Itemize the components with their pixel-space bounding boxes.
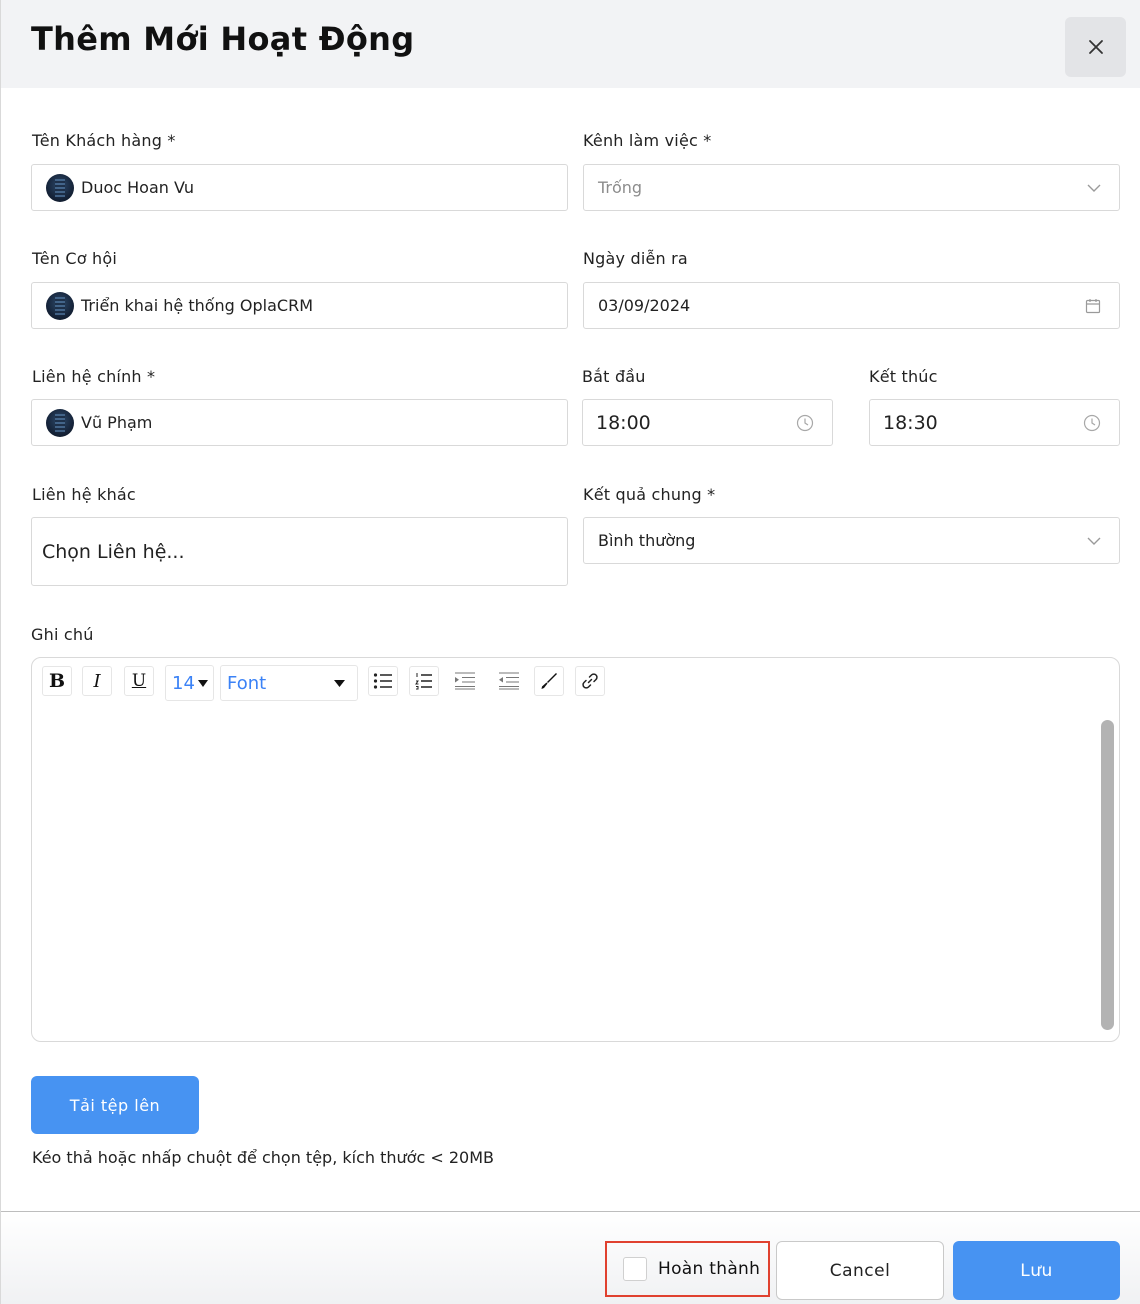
bullet-list-button[interactable] — [368, 666, 398, 696]
caret-down-icon — [334, 679, 345, 687]
editor-scrollbar-thumb[interactable] — [1101, 720, 1114, 1030]
outdent-button[interactable] — [494, 666, 524, 696]
italic-icon: I — [93, 670, 101, 692]
avatar — [46, 408, 74, 437]
channel-label: Kênh làm việc * — [583, 131, 712, 150]
customer-label: Tên Khách hàng * — [32, 131, 176, 150]
avatar — [46, 173, 74, 202]
underline-icon: U — [131, 671, 147, 691]
done-toggle[interactable]: Hoàn thành — [605, 1241, 770, 1297]
result-label: Kết quả chung * — [583, 485, 716, 504]
result-value: Bình thường — [598, 531, 696, 550]
chevron-down-icon — [1087, 184, 1101, 192]
avatar — [46, 291, 74, 320]
other-contact-select[interactable]: Chọn Liên hệ... — [31, 517, 568, 586]
calendar-icon — [1085, 298, 1101, 313]
other-contact-label: Liên hệ khác — [32, 485, 136, 504]
opportunity-label: Tên Cơ hội — [32, 249, 118, 268]
end-label: Kết thúc — [869, 367, 938, 386]
dialog-header: Thêm Mới Hoạt Động — [1, 0, 1140, 88]
note-label: Ghi chú — [31, 625, 94, 644]
color-picker-button[interactable] — [534, 666, 564, 696]
font-size-value: 14 — [172, 672, 195, 694]
end-time-value: 18:30 — [883, 411, 938, 434]
indent-icon — [455, 672, 475, 690]
start-label: Bắt đầu — [582, 367, 646, 386]
dialog-title: Thêm Mới Hoạt Động — [31, 20, 415, 58]
caret-down-icon — [197, 679, 208, 687]
date-picker[interactable]: 03/09/2024 — [583, 282, 1120, 329]
link-icon — [582, 673, 598, 689]
font-family-select[interactable]: Font — [220, 665, 358, 701]
note-editor: B I U 14 Font — [31, 657, 1120, 1042]
bullet-list-icon — [373, 673, 392, 689]
upload-button[interactable]: Tải tệp lên — [31, 1076, 199, 1134]
main-contact-field[interactable]: Vũ Phạm — [31, 399, 568, 446]
save-button[interactable]: Lưu — [953, 1241, 1120, 1300]
italic-button[interactable]: I — [82, 666, 112, 696]
upload-hint: Kéo thả hoặc nhấp chuột để chọn tệp, kíc… — [32, 1148, 494, 1167]
start-time-value: 18:00 — [596, 411, 651, 434]
numbered-list-icon — [415, 673, 432, 690]
start-time-picker[interactable]: 18:00 — [582, 399, 833, 446]
close-icon — [1088, 40, 1103, 54]
clock-icon — [796, 414, 814, 431]
channel-select[interactable]: Trống — [583, 164, 1120, 211]
underline-button[interactable]: U — [124, 666, 154, 696]
clock-icon — [1083, 414, 1101, 431]
main-contact-label: Liên hệ chính * — [32, 367, 156, 386]
customer-value: Duoc Hoan Vu — [81, 178, 194, 197]
bold-button[interactable]: B — [42, 666, 72, 696]
done-label: Hoàn thành — [658, 1259, 761, 1279]
chevron-down-icon — [1087, 537, 1101, 545]
font-size-select[interactable]: 14 — [165, 665, 214, 701]
customer-field[interactable]: Duoc Hoan Vu — [31, 164, 568, 211]
date-label: Ngày diễn ra — [583, 249, 688, 268]
date-value: 03/09/2024 — [598, 296, 691, 315]
opportunity-value: Triển khai hệ thống OplaCRM — [81, 296, 314, 315]
link-button[interactable] — [575, 666, 605, 696]
outdent-icon — [499, 672, 519, 690]
done-checkbox[interactable] — [623, 1257, 647, 1281]
indent-button[interactable] — [450, 666, 480, 696]
other-contact-placeholder: Chọn Liên hệ... — [42, 540, 185, 563]
main-contact-value: Vũ Phạm — [81, 413, 153, 432]
end-time-picker[interactable]: 18:30 — [869, 399, 1120, 446]
cancel-button[interactable]: Cancel — [776, 1241, 944, 1300]
bold-icon: B — [48, 670, 66, 692]
channel-placeholder: Trống — [598, 178, 643, 197]
opportunity-field[interactable]: Triển khai hệ thống OplaCRM — [31, 282, 568, 329]
result-select[interactable]: Bình thường — [583, 517, 1120, 564]
numbered-list-button[interactable] — [409, 666, 439, 696]
close-button[interactable] — [1065, 17, 1126, 77]
add-activity-dialog: Thêm Mới Hoạt Động Tên Khách hàng * Duoc… — [0, 0, 1140, 1304]
font-family-value: Font — [227, 672, 267, 694]
brush-icon — [541, 673, 557, 689]
